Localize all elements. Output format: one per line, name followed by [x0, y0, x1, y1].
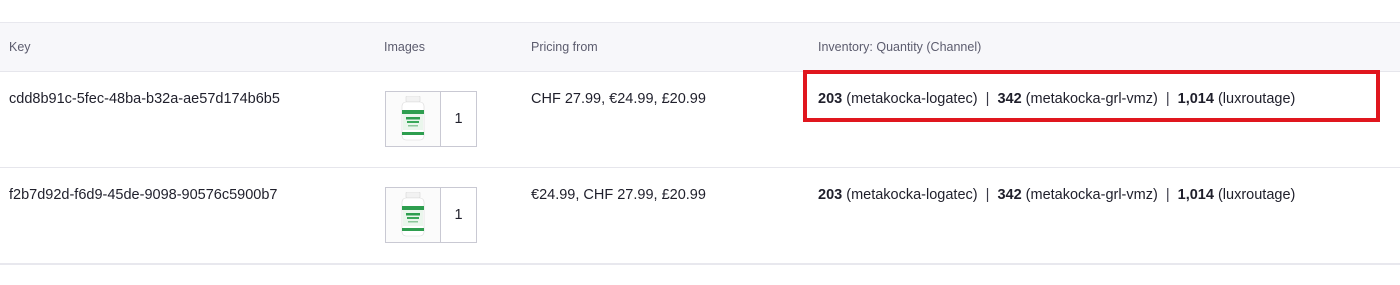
- image-count: 1: [454, 111, 463, 127]
- inventory-qty: 342: [997, 91, 1022, 107]
- table-row[interactable]: cdd8b91c-5fec-48ba-b32a-ae57d174b6b5 1 C…: [0, 72, 1400, 168]
- inventory-qty: 1,014: [1177, 91, 1214, 107]
- column-header-images[interactable]: Images: [384, 23, 425, 71]
- inventory-qty: 1,014: [1177, 187, 1214, 203]
- table-header: Key Images Pricing from Inventory: Quant…: [0, 23, 1400, 72]
- product-images[interactable]: 1: [385, 187, 477, 243]
- inventory-channel: (luxroutage): [1217, 187, 1296, 203]
- column-header-inventory[interactable]: Inventory: Quantity (Channel): [818, 23, 981, 71]
- product-thumbnail[interactable]: [386, 92, 441, 146]
- image-count: 1: [454, 207, 463, 223]
- products-table: Key Images Pricing from Inventory: Quant…: [0, 22, 1400, 265]
- pricing-value: €24.99, CHF 27.99, £20.99: [531, 187, 706, 203]
- inventory-channel: (metakocka-logatec): [846, 187, 978, 203]
- inventory-separator: |: [985, 91, 990, 107]
- inventory-channel: (metakocka-logatec): [846, 91, 978, 107]
- product-key: f2b7d92d-f6d9-45de-9098-90576c5900b7: [9, 187, 278, 203]
- inventory-channel: (metakocka-grl-vmz): [1025, 91, 1158, 107]
- inventory-qty: 203: [818, 91, 843, 107]
- inventory-separator: |: [985, 187, 990, 203]
- vitamin-bottle-icon: [401, 96, 425, 141]
- product-table-view: Key Images Pricing from Inventory: Quant…: [0, 0, 1400, 285]
- table-row[interactable]: f2b7d92d-f6d9-45de-9098-90576c5900b7 1 €…: [0, 168, 1400, 265]
- column-header-pricing[interactable]: Pricing from: [531, 23, 598, 71]
- product-key: cdd8b91c-5fec-48ba-b32a-ae57d174b6b5: [9, 91, 280, 107]
- inventory-separator: |: [1165, 187, 1170, 203]
- inventory-value: 203 (metakocka-logatec) | 342 (metakocka…: [818, 187, 1295, 203]
- inventory-channel: (metakocka-grl-vmz): [1025, 187, 1158, 203]
- inventory-qty: 203: [818, 187, 843, 203]
- vitamin-bottle-icon: [401, 192, 425, 237]
- inventory-channel: (luxroutage): [1217, 91, 1296, 107]
- inventory-qty: 342: [997, 187, 1022, 203]
- product-thumbnail[interactable]: [386, 188, 441, 242]
- inventory-value: 203 (metakocka-logatec) | 342 (metakocka…: [818, 91, 1295, 107]
- inventory-separator: |: [1165, 91, 1170, 107]
- column-header-key[interactable]: Key: [9, 23, 31, 71]
- pricing-value: CHF 27.99, €24.99, £20.99: [531, 91, 706, 107]
- product-images[interactable]: 1: [385, 91, 477, 147]
